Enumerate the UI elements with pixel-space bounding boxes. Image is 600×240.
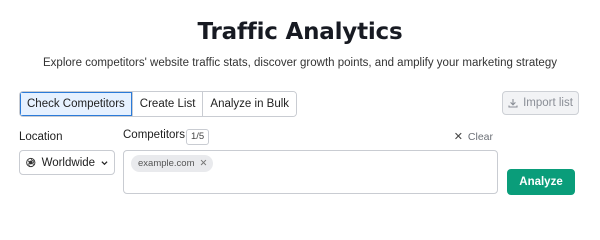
- tab-create-list[interactable]: Create List: [131, 92, 203, 116]
- competitor-chip-label: example.com: [138, 158, 195, 169]
- location-select[interactable]: Worldwide: [19, 150, 115, 175]
- competitors-label: Competitors: [123, 129, 185, 141]
- close-icon: ✕: [453, 131, 463, 143]
- download-icon: [508, 99, 518, 108]
- location-value: Worldwide: [41, 156, 96, 169]
- location-label: Location: [19, 131, 63, 143]
- analyze-button[interactable]: Analyze: [507, 169, 575, 195]
- clear-label: Clear: [467, 130, 493, 143]
- import-list-button[interactable]: Import list: [502, 91, 579, 115]
- competitors-count-badge: 1/5: [186, 129, 210, 145]
- competitors-input[interactable]: example.com ✕: [123, 150, 498, 194]
- mode-tabs: Check Competitors Create List Analyze in…: [19, 91, 298, 117]
- page-subtitle: Explore competitors' website traffic sta…: [43, 57, 557, 69]
- globe-icon: [26, 157, 36, 168]
- page-title: Traffic Analytics: [197, 19, 403, 45]
- chevron-down-icon: [101, 160, 108, 165]
- clear-button[interactable]: ✕ Clear: [453, 130, 493, 144]
- tab-check-competitors[interactable]: Check Competitors: [20, 92, 132, 116]
- tab-analyze-in-bulk[interactable]: Analyze in Bulk: [202, 92, 297, 116]
- competitor-chip: example.com ✕: [131, 155, 214, 172]
- remove-chip-icon[interactable]: ✕: [200, 158, 208, 169]
- import-list-label: Import list: [523, 97, 573, 109]
